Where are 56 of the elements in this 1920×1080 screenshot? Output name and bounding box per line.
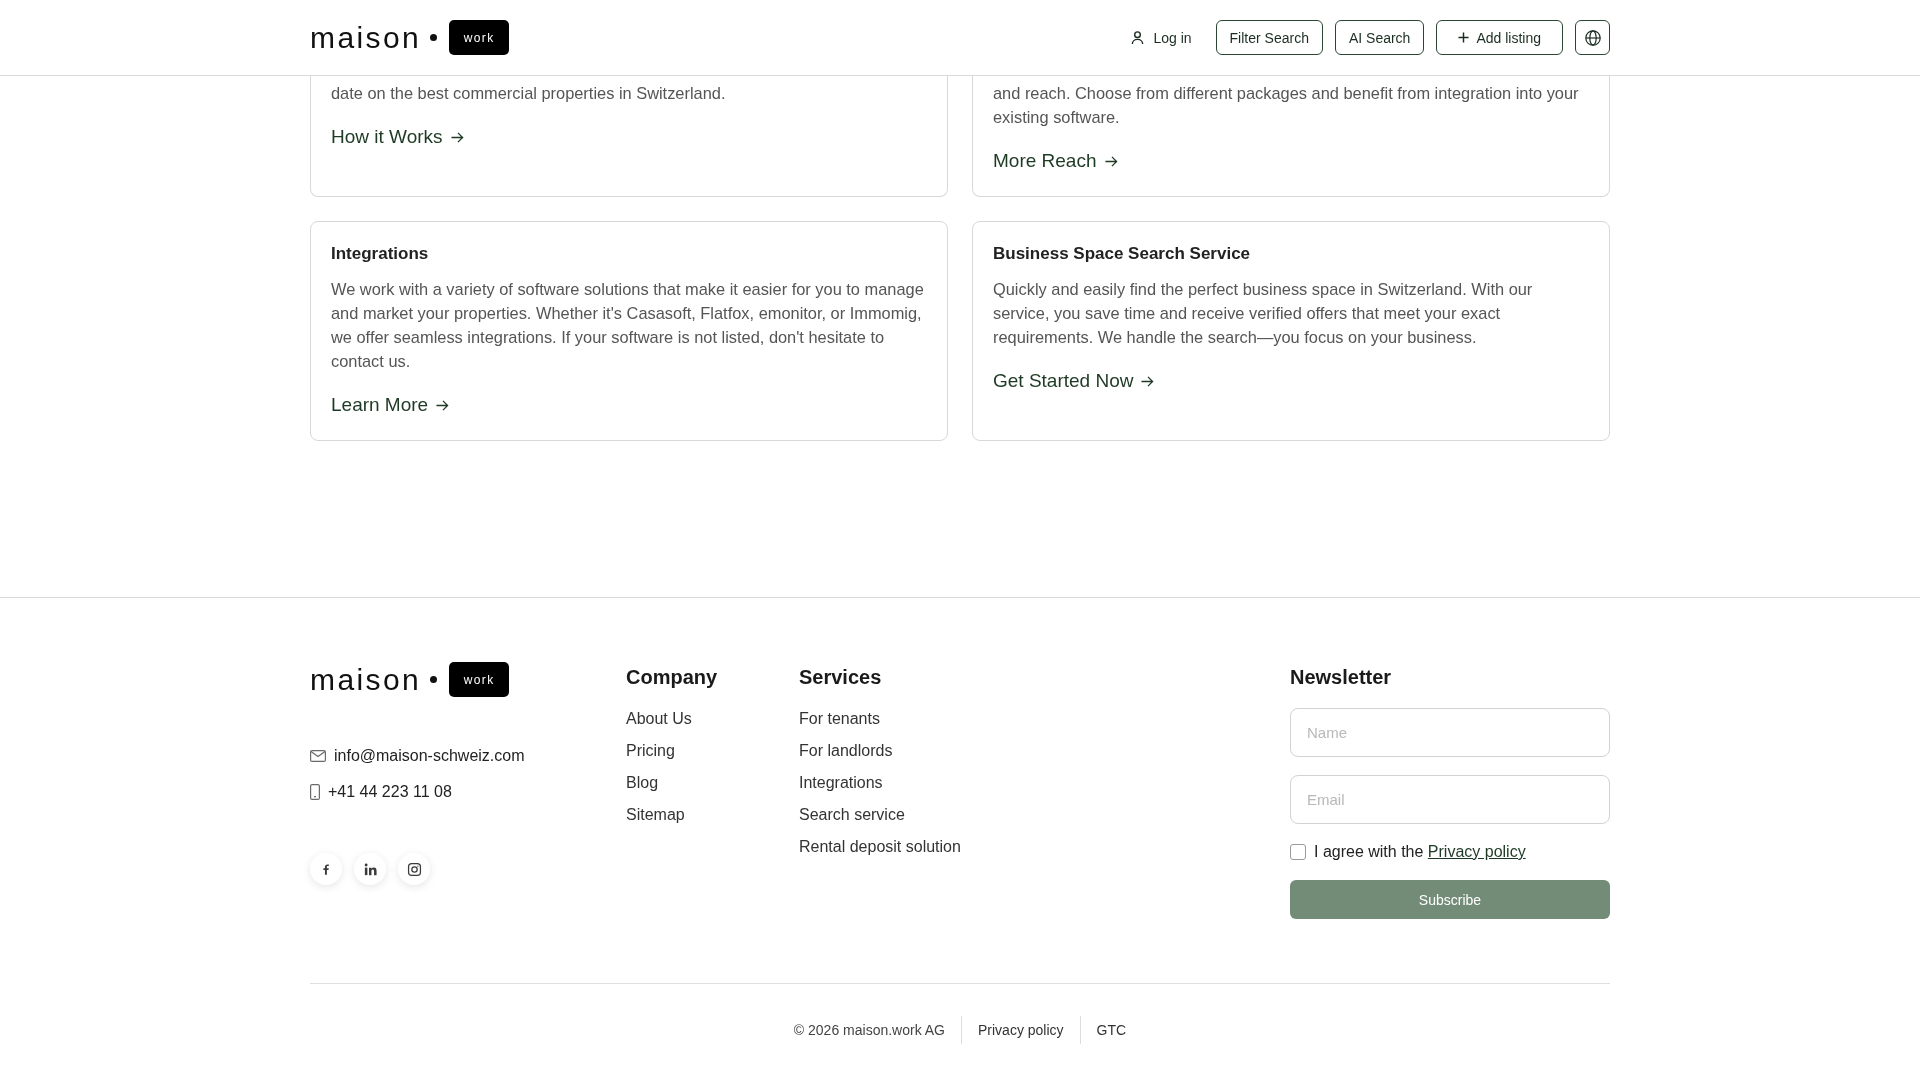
newsletter-input[interactable]: Name — [1290, 708, 1610, 757]
card-description: date on the best commercial properties in Switzerland. — [331, 83, 726, 104]
footer-link[interactable]: About Us — [626, 708, 692, 730]
card-link[interactable]: More Reach — [993, 148, 1118, 174]
footer-link[interactable]: Blog — [626, 772, 659, 794]
arrow-right-icon — [450, 130, 464, 144]
card-description: and reach. Choose from different packages and benefit from integration into your existing software. — [993, 83, 1580, 128]
footer-column-title: Company — [626, 665, 719, 690]
user-icon — [1130, 30, 1146, 45]
facebook-icon[interactable] — [310, 853, 342, 885]
card-description: Quickly and easily find the perfect business space in Switzerland. With our service, you save time and receive verified offers that meet your exact requirements. We handle the search—you focus on your business. — [993, 279, 1534, 348]
search-button[interactable]: AI Search — [1334, 20, 1425, 55]
footer-link[interactable]: Sitemap — [626, 804, 685, 826]
consent-label: I agree with the Privacy policy — [1314, 842, 1526, 862]
logo-wordmark: maison — [310, 662, 422, 697]
card-title: Business Space Search Service — [993, 243, 1251, 265]
dot-icon — [430, 676, 438, 683]
smartphone-icon — [310, 784, 320, 800]
globe-icon — [1584, 29, 1601, 46]
footer-bottom-link[interactable]: Privacy policy — [961, 1016, 1080, 1044]
add-listing-button[interactable]: Add listing — [1436, 20, 1563, 55]
footer-column-title: Services — [799, 665, 883, 690]
footer-link[interactable]: Integrations — [799, 772, 883, 794]
language-button[interactable] — [1575, 20, 1610, 55]
login-link[interactable]: Log in — [1130, 29, 1192, 46]
envelope-icon — [310, 750, 326, 762]
search-button[interactable]: Filter Search — [1215, 20, 1323, 55]
phone-link[interactable]: +41 44 223 11 08 — [328, 781, 452, 803]
copyright-text: © 2026 maison.work AG — [792, 1021, 946, 1040]
logo-badge: work — [449, 20, 510, 55]
linkedin-icon[interactable] — [354, 853, 386, 885]
footer-link[interactable]: Search service — [799, 804, 905, 826]
arrow-right-icon — [1141, 374, 1155, 388]
newsletter-title: Newsletter — [1290, 665, 1393, 690]
privacy-policy-link[interactable]: Privacy policy — [1427, 843, 1526, 860]
footer-link[interactable]: Rental deposit solution — [799, 836, 961, 858]
card-description: We work with a variety of software solutions that make it easier for you to manage and market your properties. Whether it's Casasoft, Flatfox, emonitor, or Immomig, we offer seamless integrations. If your software is not listed, don't hesitate to contact us. — [331, 279, 925, 372]
footer-link[interactable]: Pricing — [626, 740, 675, 762]
footer-link[interactable]: For landlords — [799, 740, 893, 762]
plus-icon — [1458, 32, 1470, 43]
subscribe-button[interactable]: Subscribe — [1290, 880, 1610, 919]
logo-wordmark: maison — [310, 20, 422, 55]
dot-icon — [430, 34, 438, 41]
footer-bottom-link[interactable]: GTC — [1079, 1016, 1143, 1044]
arrow-right-icon — [1104, 154, 1118, 168]
footer-link[interactable]: For tenants — [799, 708, 880, 730]
email-link[interactable]: info@maison-schweiz.com — [334, 745, 525, 767]
logo-badge: work — [449, 662, 510, 697]
arrow-right-icon — [436, 398, 450, 412]
card-title: Integrations — [331, 243, 429, 265]
newsletter-input[interactable]: Email — [1290, 775, 1610, 824]
consent-checkbox[interactable] — [1290, 844, 1306, 860]
card-link[interactable]: How it Works — [331, 124, 464, 150]
card-link[interactable]: Learn More — [331, 392, 450, 418]
instagram-icon[interactable] — [398, 853, 430, 885]
card-link[interactable]: Get Started Now — [993, 368, 1155, 394]
